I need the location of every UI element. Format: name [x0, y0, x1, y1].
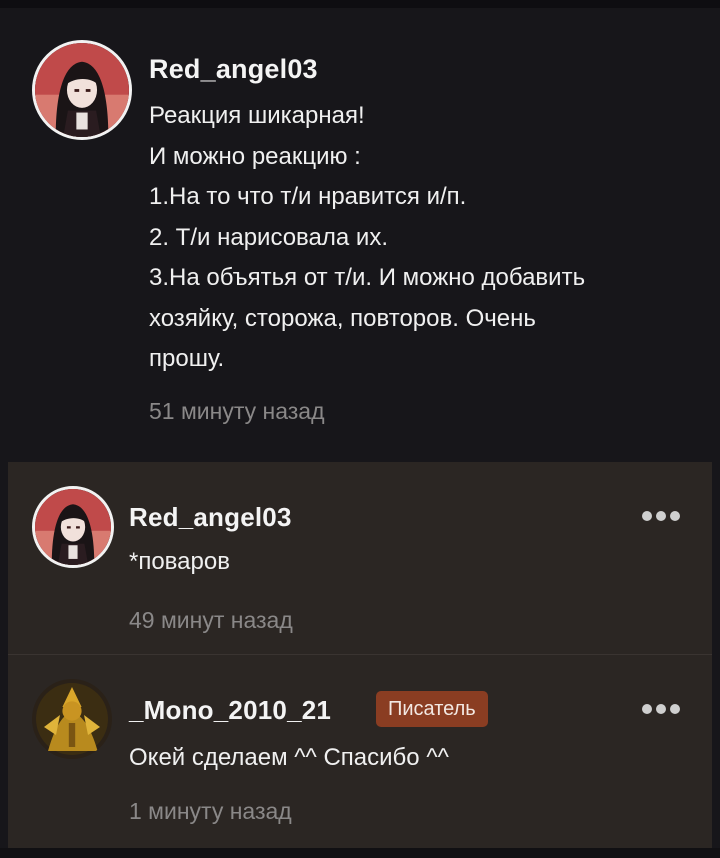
- writer-badge: Писатель: [376, 691, 488, 727]
- timestamp: 1 минуту назад: [129, 798, 292, 824]
- comment-text: Реакция шикарная! И можно реакцию : 1.На…: [149, 102, 586, 372]
- username[interactable]: Red_angel03: [149, 54, 318, 85]
- reply-text: *поваров: [129, 548, 230, 575]
- reply-item: _Mono_2010_21 Писатель Окей сделаем ^^ С…: [8, 655, 712, 848]
- username[interactable]: Red_angel03: [129, 502, 292, 533]
- reply-item: Red_angel03 *поваров 49 минут назад: [8, 462, 712, 654]
- timestamp: 51 минуту назад: [149, 398, 325, 424]
- anime-girl-avatar-icon: [35, 43, 129, 137]
- timestamp: 49 минут назад: [129, 607, 293, 633]
- top-edge: [0, 0, 720, 8]
- reply-text: Окей сделаем ^^ Спасибо ^^: [129, 744, 449, 771]
- more-options-icon[interactable]: [642, 511, 680, 521]
- more-options-icon[interactable]: [642, 704, 680, 714]
- golden-character-avatar-icon: [32, 679, 112, 759]
- anime-girl-avatar-icon: [35, 489, 111, 565]
- avatar[interactable]: [32, 40, 132, 140]
- avatar[interactable]: [32, 486, 114, 568]
- main-comment: Red_angel03 Реакция шикарная! И можно ре…: [0, 8, 720, 462]
- avatar[interactable]: [32, 679, 112, 759]
- bottom-edge: [0, 848, 720, 858]
- username[interactable]: _Mono_2010_21: [129, 695, 331, 726]
